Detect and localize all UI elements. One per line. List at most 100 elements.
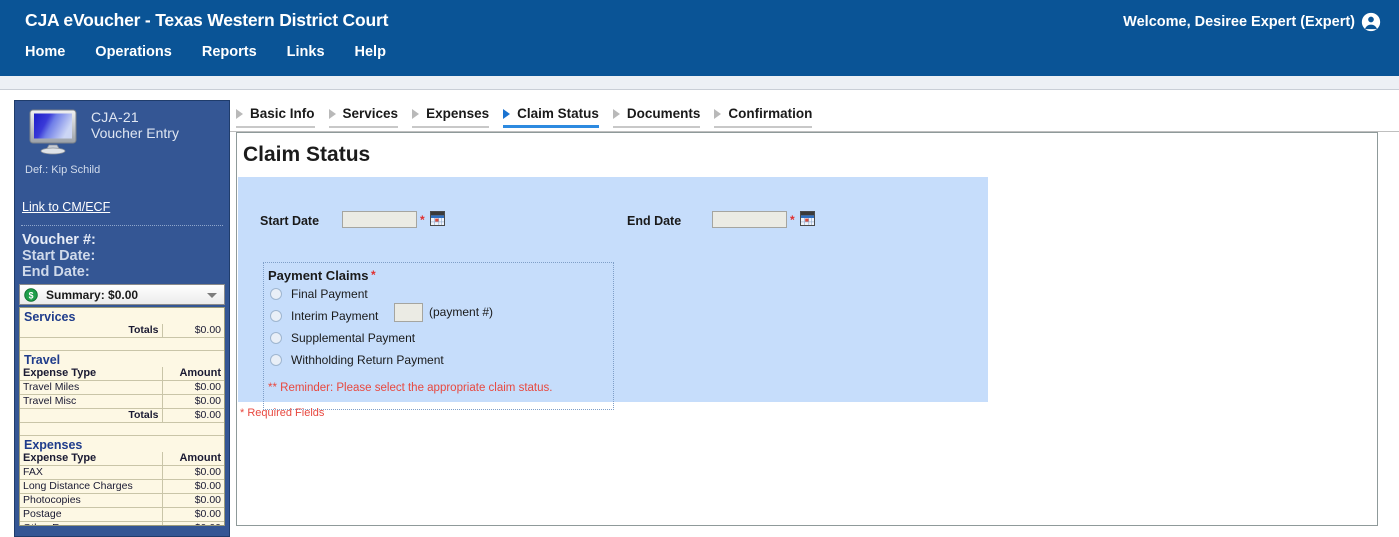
radio-icon[interactable] [270,332,282,344]
travel-totals-label: Totals [20,408,163,423]
expenses-row-type: Long Distance Charges [20,479,163,494]
page-body: CJA-21 Voucher Entry Def.: Kip Schild Li… [0,90,1399,537]
welcome-text: Welcome, Desiree Expert (Expert) [1123,14,1355,30]
expenses-row-amount: $0.00 [162,465,224,480]
table-row: Travel Miles $0.00 [20,380,224,395]
chevron-right-icon [412,108,420,119]
summary-table-services: Totals $0.00 [20,324,224,351]
summary-group-title-expenses: Expenses [24,438,83,452]
tab-label: Expenses [426,106,490,121]
tab-label: Claim Status [517,106,599,121]
chevron-right-icon [714,108,722,119]
tab-label: Basic Info [250,106,315,121]
chevron-right-icon [328,108,336,119]
summary-group-title-travel: Travel [24,353,61,367]
calendar-icon[interactable] [430,211,445,226]
sidebar-start-date-label: Start Date: [22,248,96,264]
voucher-number-label: Voucher #: [22,232,96,248]
required-fields-note: * Required Fields [240,407,325,419]
nav-item-help[interactable]: Help [355,44,386,60]
table-header-row: Expense Type Amount [20,367,224,381]
nav-item-reports[interactable]: Reports [202,44,278,60]
payment-claims-title: Payment Claims [268,268,369,283]
chevron-right-icon [612,108,620,119]
radio-icon[interactable] [270,354,282,366]
radio-label: Withholding Return Payment [291,353,444,367]
user-circle-icon[interactable] [1361,12,1381,32]
travel-row-amount: $0.00 [162,380,224,395]
radio-option-withholding-return-payment[interactable]: Withholding Return Payment [270,353,444,367]
chevron-down-icon[interactable] [207,293,217,298]
table-row: Photocopies $0.00 [20,493,224,508]
radio-option-final-payment[interactable]: Final Payment [270,287,368,301]
table-row: Long Distance Charges $0.00 [20,479,224,494]
tab-services[interactable]: Services [328,106,399,128]
radio-icon[interactable] [270,288,282,300]
expenses-row-amount: $0.00 [162,521,224,525]
services-totals-label: Totals [20,324,163,338]
tab-expenses[interactable]: Expenses [412,106,490,128]
radio-option-interim-payment[interactable]: Interim Payment [270,309,378,323]
chevron-right-icon [503,108,511,119]
start-date-input[interactable] [342,211,417,228]
payment-claims-group: Payment Claims * Final Payment Interim P… [263,262,614,410]
user-area[interactable]: Welcome, Desiree Expert (Expert) [1123,12,1381,32]
travel-row-type: Travel Misc [20,394,163,409]
services-totals-amount: $0.00 [162,324,224,338]
travel-totals-amount: $0.00 [162,408,224,423]
voucher-code: CJA-21 [91,109,139,125]
expenses-row-type: FAX [20,465,163,480]
banner-divider [0,76,1399,90]
radio-label: Final Payment [291,287,368,301]
wizard-tabs: Basic Info Services Expenses Claim Statu… [236,106,1378,132]
travel-row-type: Travel Miles [20,380,163,395]
table-row: Other Expenses $0.00 [20,521,224,525]
expenses-row-amount: $0.00 [162,493,224,508]
end-date-input[interactable] [712,211,787,228]
summary-tables: Services Totals $0.00 Travel Expense Typ… [19,307,225,526]
tab-underline [328,126,399,128]
expenses-col-type: Expense Type [20,452,163,466]
voucher-sidebar: CJA-21 Voucher Entry Def.: Kip Schild Li… [14,100,230,537]
payment-number-input[interactable] [394,303,423,322]
table-spacer [20,337,224,351]
table-row: Travel Misc $0.00 [20,394,224,409]
expenses-row-type: Postage [20,507,163,522]
summary-table-expenses: Expense Type Amount FAX $0.00 Long Dista… [20,452,224,525]
tab-underline [612,126,701,128]
nav-item-home[interactable]: Home [25,44,86,60]
payment-claims-required-marker: * [371,268,376,282]
nav-item-operations[interactable]: Operations [95,44,193,60]
table-spacer [20,422,224,436]
app-title: CJA eVoucher - Texas Western District Co… [25,10,389,30]
link-to-cmecf[interactable]: Link to CM/ECF [22,200,110,214]
voucher-header: CJA-21 Voucher Entry [15,101,229,161]
summary-label: Summary: $0.00 [46,287,139,302]
tab-label: Documents [626,106,701,121]
tab-underline [236,126,315,128]
tab-documents[interactable]: Documents [612,106,701,128]
tab-claim-status[interactable]: Claim Status [503,106,599,128]
radio-label: Supplemental Payment [291,331,416,345]
app-header: CJA eVoucher - Texas Western District Co… [0,0,1399,76]
table-row: FAX $0.00 [20,465,224,480]
sidebar-divider [21,225,223,226]
travel-row-amount: $0.00 [162,394,224,409]
chevron-right-icon [236,108,243,119]
calendar-icon[interactable] [800,211,815,226]
tab-confirmation[interactable]: Confirmation [714,106,813,128]
tab-label: Services [342,106,399,121]
summary-table-travel: Expense Type Amount Travel Miles $0.00 T… [20,367,224,436]
nav-item-links[interactable]: Links [287,44,346,60]
svg-text:$: $ [29,290,34,300]
page-title: Claim Status [243,143,371,166]
summary-dropdown[interactable]: $ Summary: $0.00 [19,284,225,305]
travel-col-type: Expense Type [20,367,163,381]
start-date-label: Start Date [260,214,320,228]
radio-option-supplemental-payment[interactable]: Supplemental Payment [270,331,415,345]
end-date-required-marker: * [790,213,795,227]
main-nav: Home Operations Reports Links Help [25,44,386,60]
voucher-kind: Voucher Entry [91,125,179,141]
tab-basic-info[interactable]: Basic Info [236,106,315,128]
radio-icon[interactable] [270,310,282,322]
